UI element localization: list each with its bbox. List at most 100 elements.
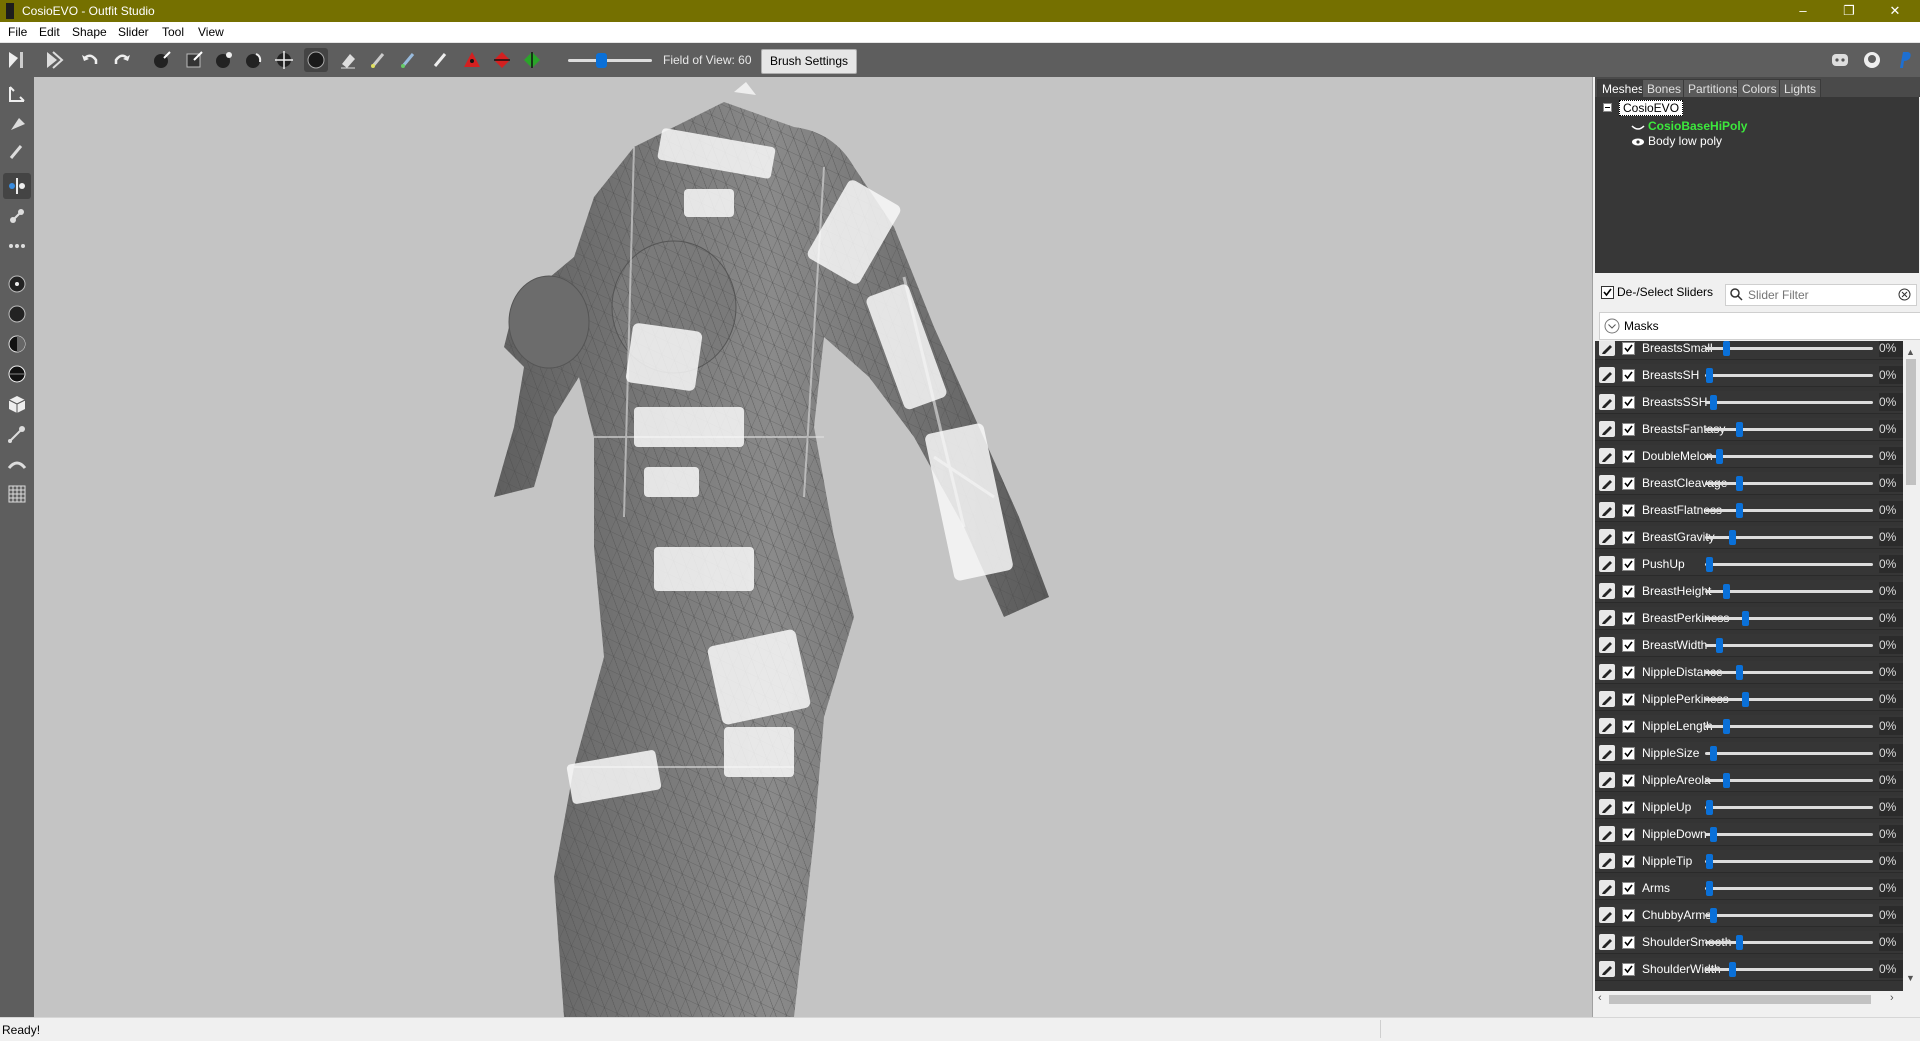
select-brush-icon[interactable]: [150, 48, 174, 72]
slider-thumb[interactable]: [1742, 611, 1749, 626]
edit-slider-icon[interactable]: [1599, 907, 1615, 923]
clear-filter-icon[interactable]: [1898, 288, 1911, 301]
tree-collapse-icon[interactable]: [1603, 102, 1613, 116]
slider-value[interactable]: 0%: [1879, 528, 1903, 546]
3d-viewport[interactable]: [34, 77, 1592, 1017]
slider-track[interactable]: [1705, 941, 1873, 944]
slider-thumb[interactable]: [1710, 827, 1717, 842]
slider-horizontal-scrollbar[interactable]: ‹ ›: [1595, 991, 1903, 1008]
brush-settings-button[interactable]: Brush Settings: [761, 49, 857, 74]
slider-value[interactable]: 0%: [1879, 771, 1903, 789]
slider-checkbox[interactable]: [1622, 423, 1635, 436]
transform-tool-icon[interactable]: [3, 81, 31, 107]
scroll-up-icon[interactable]: ▲: [1906, 347, 1915, 357]
global-brush-icon[interactable]: [3, 233, 31, 259]
edit-slider-icon[interactable]: [1599, 961, 1615, 977]
edit-slider-icon[interactable]: [1599, 637, 1615, 653]
connected-only-icon[interactable]: [3, 203, 31, 229]
slider-checkbox[interactable]: [1622, 801, 1635, 814]
slider-filter-box[interactable]: [1725, 284, 1917, 306]
github-icon[interactable]: [1860, 48, 1884, 72]
menu-view[interactable]: View: [198, 25, 224, 39]
move-brush-icon[interactable]: [272, 48, 296, 72]
tab-lights[interactable]: Lights: [1779, 79, 1822, 99]
slider-checkbox[interactable]: [1622, 450, 1635, 463]
slider-value[interactable]: 0%: [1879, 798, 1903, 816]
undiff-brush-icon[interactable]: [336, 48, 360, 72]
slider-track[interactable]: [1705, 887, 1873, 890]
edit-slider-icon[interactable]: [1599, 853, 1615, 869]
edit-slider-icon[interactable]: [1599, 772, 1615, 788]
slider-value[interactable]: 0%: [1879, 879, 1903, 897]
tree-item-body-low-poly[interactable]: Body low poly: [1648, 134, 1722, 148]
slider-thumb[interactable]: [1742, 692, 1749, 707]
edit-slider-icon[interactable]: [1599, 367, 1615, 383]
slider-value[interactable]: 0%: [1879, 501, 1903, 519]
slider-value[interactable]: 0%: [1879, 852, 1903, 870]
segment-icon[interactable]: [3, 451, 31, 477]
close-button[interactable]: ✕: [1872, 0, 1918, 22]
slider-value[interactable]: 0%: [1879, 474, 1903, 492]
color-brush-icon[interactable]: [396, 48, 420, 72]
slider-track[interactable]: [1705, 428, 1873, 431]
slider-checkbox[interactable]: [1622, 342, 1635, 355]
slider-checkbox[interactable]: [1622, 963, 1635, 976]
edit-slider-icon[interactable]: [1599, 826, 1615, 842]
masking-icon[interactable]: [3, 361, 31, 387]
slider-checkbox[interactable]: [1622, 747, 1635, 760]
slider-checkbox[interactable]: [1622, 828, 1635, 841]
slider-value[interactable]: 0%: [1879, 690, 1903, 708]
split-edge-icon[interactable]: [520, 48, 544, 72]
slider-thumb[interactable]: [1710, 395, 1717, 410]
slider-track[interactable]: [1705, 914, 1873, 917]
slider-checkbox[interactable]: [1622, 477, 1635, 490]
slider-value[interactable]: 0%: [1879, 717, 1903, 735]
slider-value[interactable]: 0%: [1879, 582, 1903, 600]
edit-slider-icon[interactable]: [1599, 718, 1615, 734]
slider-track[interactable]: [1705, 617, 1873, 620]
slider-track[interactable]: [1705, 833, 1873, 836]
slider-value[interactable]: 0%: [1879, 341, 1903, 357]
slider-checkbox[interactable]: [1622, 639, 1635, 652]
discord-icon[interactable]: [1828, 48, 1852, 72]
edit-slider-icon[interactable]: [1599, 610, 1615, 626]
slider-track[interactable]: [1705, 590, 1873, 593]
edit-slider-icon[interactable]: [1599, 475, 1615, 491]
slider-track[interactable]: [1705, 509, 1873, 512]
wireframe-icon[interactable]: [3, 301, 31, 327]
slider-track[interactable]: [1705, 752, 1873, 755]
vertical-scroll-thumb[interactable]: [1906, 359, 1916, 485]
slider-thumb[interactable]: [1722, 341, 1730, 356]
slider-track[interactable]: [1705, 806, 1873, 809]
edit-slider-icon[interactable]: [1599, 421, 1615, 437]
weight-brush-icon[interactable]: [366, 48, 390, 72]
slider-track[interactable]: [1705, 455, 1873, 458]
tree-root-project[interactable]: CosioEVO: [1619, 100, 1684, 116]
deselect-sliders-checkbox[interactable]: [1601, 286, 1614, 299]
edit-slider-icon[interactable]: [1599, 691, 1615, 707]
symmetry-toggle-icon[interactable]: [3, 173, 31, 199]
slider-thumb[interactable]: [1729, 962, 1737, 977]
edit-slider-icon[interactable]: [1599, 745, 1615, 761]
transform-mode-icon[interactable]: [42, 48, 66, 72]
slider-thumb[interactable]: [1722, 719, 1730, 734]
slider-checkbox[interactable]: [1622, 369, 1635, 382]
slider-checkbox[interactable]: [1622, 558, 1635, 571]
slider-checkbox[interactable]: [1622, 585, 1635, 598]
pivot-tool-icon[interactable]: [3, 111, 31, 137]
tab-colors[interactable]: Colors: [1737, 79, 1782, 99]
slider-checkbox[interactable]: [1622, 612, 1635, 625]
slider-track[interactable]: [1705, 779, 1873, 782]
edit-slider-icon[interactable]: [1599, 502, 1615, 518]
tab-partitions[interactable]: Partitions: [1683, 79, 1744, 99]
fov-slider-track[interactable]: [568, 59, 652, 62]
slider-checkbox[interactable]: [1622, 504, 1635, 517]
edit-slider-icon[interactable]: [1599, 583, 1615, 599]
slider-thumb[interactable]: [1735, 665, 1743, 680]
slider-value[interactable]: 0%: [1879, 609, 1903, 627]
slider-thumb[interactable]: [1716, 449, 1724, 464]
slider-thumb[interactable]: [1706, 368, 1713, 383]
menu-tool[interactable]: Tool: [162, 25, 184, 39]
slider-value[interactable]: 0%: [1879, 393, 1903, 411]
slider-thumb[interactable]: [1735, 503, 1743, 518]
